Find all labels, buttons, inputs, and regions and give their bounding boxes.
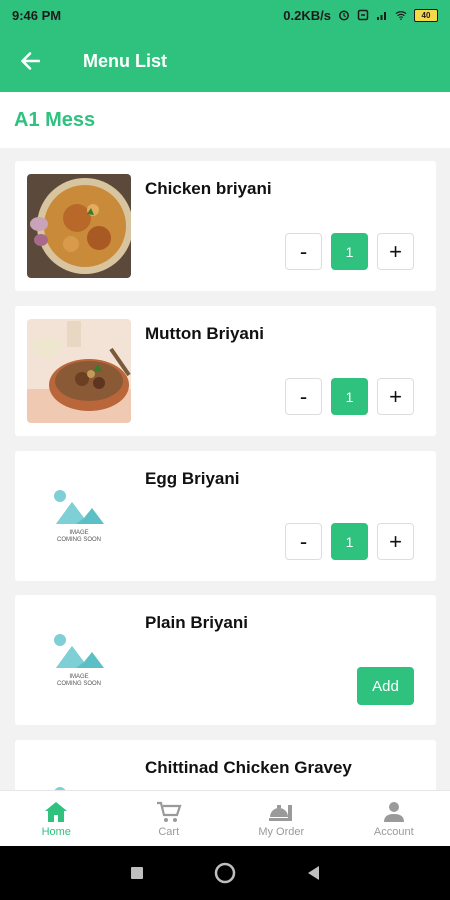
increase-button[interactable]: + [377, 378, 414, 415]
page-title: Menu List [83, 50, 167, 71]
quantity-stepper: - 1 + [285, 378, 414, 415]
battery-icon: 40 [414, 8, 438, 22]
notification-icon [357, 9, 369, 21]
home-button-icon[interactable] [214, 862, 236, 884]
bottom-nav: Home Cart My Order Account [0, 790, 450, 847]
account-icon [383, 801, 404, 822]
status-bar: 9:46 PM 0.2KB/s 40 [0, 0, 450, 30]
menu-item-card: Chittinad Chicken Gravey [15, 740, 436, 790]
image-placeholder-icon [54, 490, 104, 524]
decrease-button[interactable]: - [285, 233, 322, 270]
mess-name: A1 Mess [14, 108, 96, 131]
back-nav-icon[interactable] [306, 865, 320, 881]
signal-icon [377, 12, 386, 20]
image-coming-soon-placeholder: IMAGE COMING SOON [27, 608, 131, 712]
image-coming-soon-placeholder: IMAGE COMING SOON [27, 464, 131, 568]
nav-my-order[interactable]: My Order [225, 791, 338, 847]
back-button[interactable] [0, 30, 60, 92]
net-speed: 0.2KB/s [283, 7, 331, 23]
nav-label: Home [41, 825, 71, 838]
quantity-value: 1 [331, 378, 368, 415]
quantity-value: 1 [331, 233, 368, 270]
alarm-icon [339, 10, 349, 21]
quantity-value: 1 [331, 523, 368, 560]
nav-account[interactable]: Account [338, 791, 450, 847]
quantity-stepper: - 1 + [285, 523, 414, 560]
menu-item-name: Plain Briyani [145, 613, 248, 632]
decrease-button[interactable]: - [285, 378, 322, 415]
placeholder-text: IMAGE COMING SOON [56, 674, 101, 687]
chicken-biryani-image [27, 174, 131, 278]
nav-label: Account [373, 825, 414, 838]
menu-item-card: IMAGE COMING SOON Egg Briyani - 1 + [15, 451, 436, 581]
increase-button[interactable]: + [377, 233, 414, 270]
nav-cart[interactable]: Cart [113, 791, 226, 847]
increase-button[interactable]: + [377, 523, 414, 560]
decrease-button[interactable]: - [285, 523, 322, 560]
cart-icon [156, 801, 182, 822]
menu-item-name: Mutton Briyani [145, 324, 264, 343]
system-nav-bar [0, 846, 450, 900]
nav-label: Cart [158, 825, 180, 838]
menu-item-name: Egg Briyani [145, 469, 240, 488]
nav-home[interactable]: Home [0, 791, 113, 847]
add-button[interactable]: Add [357, 667, 414, 705]
order-icon [269, 804, 293, 821]
app-bar: Menu List [0, 30, 450, 92]
quantity-stepper: - 1 + [285, 233, 414, 270]
menu-item-card: IMAGE COMING SOON Plain Briyani Add [15, 595, 436, 725]
menu-item-name: Chittinad Chicken Gravey [145, 758, 352, 777]
arrow-left-icon [21, 52, 40, 70]
menu-item-card: Chicken briyani - 1 + [15, 161, 436, 291]
image-coming-soon-placeholder [27, 753, 131, 790]
home-icon [45, 801, 68, 822]
mess-header: A1 Mess [0, 92, 450, 148]
mutton-biryani-image [27, 319, 131, 423]
nav-label: My Order [258, 825, 305, 838]
status-time: 9:46 PM [12, 7, 62, 23]
recent-apps-icon[interactable] [130, 866, 144, 880]
menu-item-name: Chicken briyani [145, 179, 272, 198]
menu-item-card: Mutton Briyani - 1 + [15, 306, 436, 436]
menu-list[interactable]: Chicken briyani - 1 + Mutton Briyani - 1… [0, 148, 450, 790]
image-placeholder-icon [54, 634, 104, 668]
placeholder-text: IMAGE COMING SOON [56, 530, 101, 543]
wifi-icon [395, 11, 407, 20]
